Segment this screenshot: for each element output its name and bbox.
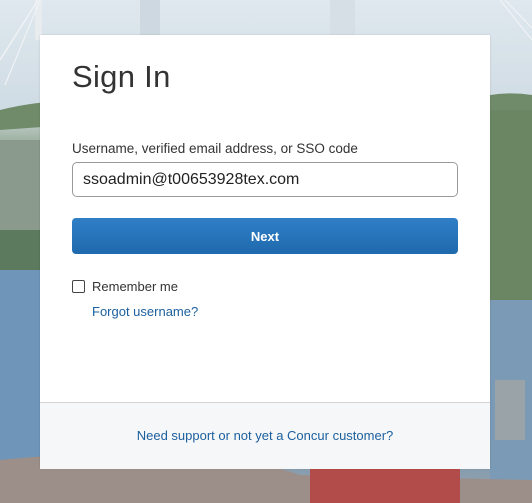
page-title: Sign In — [72, 59, 171, 94]
remember-me-checkbox[interactable] — [72, 280, 85, 293]
card-footer: Need support or not yet a Concur custome… — [40, 402, 490, 469]
username-label: Username, verified email address, or SSO… — [72, 141, 358, 156]
next-button[interactable]: Next — [72, 218, 458, 254]
username-input[interactable] — [72, 162, 458, 197]
remember-me-label: Remember me — [92, 279, 178, 294]
signin-card: Sign In Username, verified email address… — [40, 35, 490, 469]
forgot-username-link[interactable]: Forgot username? — [92, 304, 198, 319]
support-link[interactable]: Need support or not yet a Concur custome… — [40, 428, 490, 443]
